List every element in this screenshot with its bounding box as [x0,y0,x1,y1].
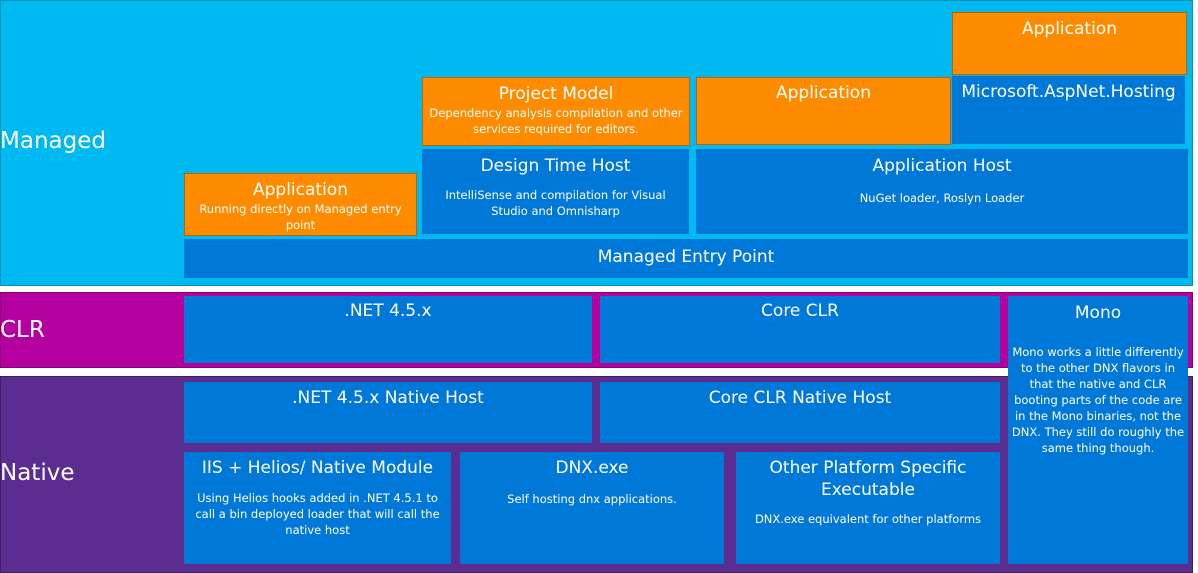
application-top-box: Application [952,12,1187,75]
project-model-title: Project Model [498,84,614,104]
aspnet-hosting-box: Microsoft.AspNet.Hosting [952,76,1185,144]
application-direct-box: Application Running directly on Managed … [184,173,417,236]
net45-native-host-box: .NET 4.5.x Native Host [184,382,592,443]
other-platform-title: Other Platform Specific Executable [769,458,967,500]
application-host-desc: NuGet loader, Roslyn Loader [859,191,1025,205]
iis-helios-box: IIS + Helios/ Native Module Using Helios… [184,452,451,564]
application-direct-title: Application [253,180,348,200]
project-model-desc: Dependency analysis compilation and othe… [429,106,683,136]
application-host-box: Application Host NuGet loader, Roslyn Lo… [696,149,1188,234]
net45-clr-title: .NET 4.5.x [344,301,432,321]
core-clr-native-host-box: Core CLR Native Host [600,382,1000,443]
core-clr-box: Core CLR [600,296,1000,363]
design-time-host-box: Design Time Host IntelliSense and compil… [422,149,689,234]
managed-entry-point-box: Managed Entry Point [184,239,1188,278]
application-middle-title: Application [776,83,871,103]
native-layer-label: Native [0,460,75,486]
mono-desc: Mono works a little differently to the o… [1011,345,1185,455]
application-top-title: Application [1022,19,1117,39]
managed-entry-point-title: Managed Entry Point [597,247,775,267]
other-platform-box: Other Platform Specific Executable DNX.e… [736,452,1000,564]
design-time-host-title: Design Time Host [480,156,631,176]
clr-layer-label: CLR [0,317,45,343]
core-clr-title: Core CLR [761,301,839,321]
mono-box: Mono Mono works a little differently to … [1008,296,1188,564]
mono-title: Mono [1074,303,1122,323]
iis-helios-desc: Using Helios hooks added in .NET 4.5.1 t… [195,491,440,537]
net45-native-host-title: .NET 4.5.x Native Host [292,388,484,408]
other-platform-desc: DNX.exe equivalent for other platforms [754,512,982,526]
dnx-exe-desc: Self hosting dnx applications. [507,492,677,506]
application-direct-desc: Running directly on Managed entry point [199,202,402,232]
core-clr-native-host-title: Core CLR Native Host [708,388,892,408]
managed-layer-label: Managed [0,128,106,154]
design-time-host-desc: IntelliSense and compilation for Visual … [445,188,666,218]
net45-clr-box: .NET 4.5.x [184,296,592,363]
aspnet-hosting-title: Microsoft.AspNet.Hosting [961,82,1176,102]
iis-helios-title: IIS + Helios/ Native Module [201,458,434,478]
application-host-title: Application Host [872,156,1012,176]
application-middle-box: Application [696,77,951,145]
project-model-box: Project Model Dependency analysis compil… [422,77,690,146]
dnx-exe-box: DNX.exe Self hosting dnx applications. [460,452,724,564]
dnx-exe-title: DNX.exe [555,458,629,478]
